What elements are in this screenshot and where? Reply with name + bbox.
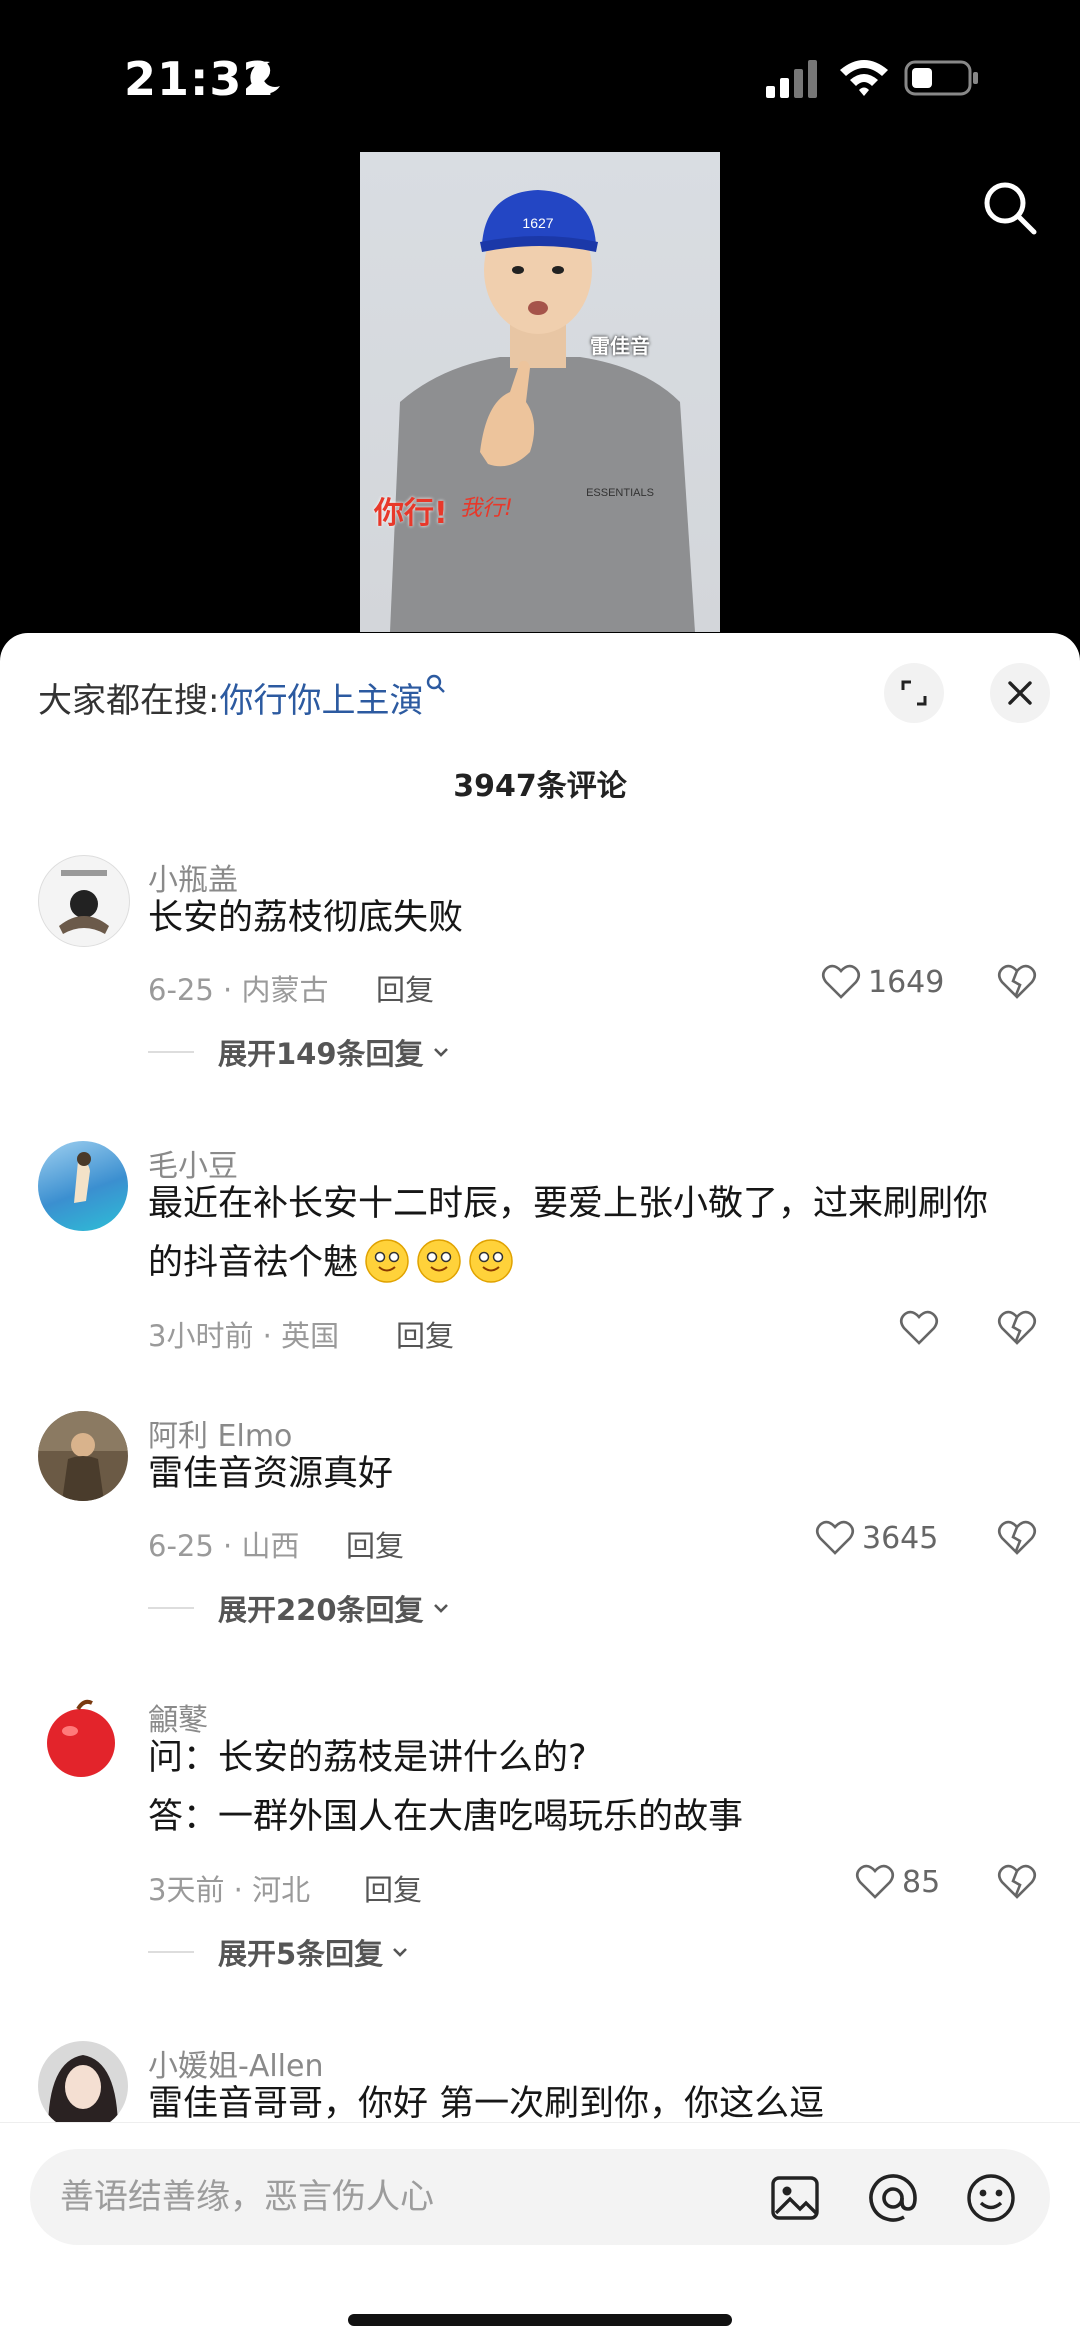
comment-text-line1: 问：长安的荔枝是讲什么的? [148,1738,587,1778]
comment-text: 雷佳音资源真好 [148,1454,394,1494]
comment-item: 毛小豆 最近在补长安十二时辰，要爱上张小敬了，过来刷刷你 的抖音祛个魅 3小时前… [0,1141,1080,1353]
reply-button[interactable]: 回复 [396,1313,454,1355]
like-count: 3645 [862,1520,939,1556]
avatar-image [38,1411,128,1501]
avatar-image [74,1152,91,1203]
comment-item: 小媛姐-Allen 雷佳音哥哥，你好 第一次刷到你，你这么逗 [0,2041,1080,2131]
comment-item: 龥鼕 问：长安的荔枝是讲什么的? 答：一群外国人在大唐吃喝玩乐的故事 3天前 ·… [0,1695,1080,1971]
expand-replies-button[interactable]: 展开5条回复 [148,1931,411,1973]
like-count: 85 [902,1864,941,1900]
divider-line [148,1051,194,1053]
comment-item: 小瓶盖 长安的荔枝彻底失败 6-25 · 内蒙古 回复 1649 展开149条回… [0,855,1080,1071]
like-button[interactable]: 3645 [814,1517,938,1559]
smiling-emoji-icon [365,1239,409,1283]
image-icon[interactable] [768,2171,822,2225]
dislike-button[interactable] [996,961,1038,1007]
expand-replies-button[interactable]: 展开149条回复 [148,1031,452,1073]
status-bar: 21:32 [0,0,1080,150]
avatar-image [48,2055,118,2131]
home-indicator[interactable] [348,2314,732,2326]
chevron-down-icon [433,1604,448,1613]
heart-icon [899,1310,939,1345]
avatar[interactable] [38,1695,128,1785]
heart-icon [855,1864,895,1899]
reply-button[interactable]: 回复 [346,1523,404,1565]
like-count: 1649 [868,964,945,1000]
expand-replies-button[interactable]: 展开220条回复 [148,1587,452,1629]
reply-button[interactable]: 回复 [364,1867,422,1909]
comment-meta: 6-25 · 山西 [148,1529,300,1563]
heart-icon [815,1520,855,1555]
hot-search-query[interactable]: 你行你上主演 [219,681,423,721]
smiling-emoji-icon [469,1239,513,1283]
comments-sheet: 大家都在搜:你行你上主演 3947条评论 小瓶盖 长安的荔枝彻底失败 6-25 … [0,633,1080,2346]
broken-heart-icon [997,1520,1037,1555]
moon-icon [250,61,280,94]
chevron-down-icon [433,1048,448,1057]
comment-text: 问：长安的荔枝是讲什么的? 答：一群外国人在大唐吃喝玩乐的故事 [148,1729,1028,1847]
wifi-icon [840,60,888,96]
chevron-down-icon [393,1948,408,1957]
divider-line [148,1951,194,1953]
video-frame: 1627 ESSENTIALS [390,190,695,632]
expand-icon [901,680,927,706]
avatar[interactable] [38,1411,128,1501]
avatar[interactable] [38,2041,128,2131]
fullscreen-button[interactable] [884,663,944,723]
broken-heart-icon [997,964,1037,999]
video-overlay-name: 雷佳音 [590,334,650,358]
like-button[interactable]: 85 [854,1861,940,1903]
video-player[interactable]: 1627 ESSENTIALS 雷佳音 你行! 我行! [360,152,720,632]
comment-text: 长安的荔枝彻底失败 [148,898,464,938]
signal-icon [766,60,817,98]
hot-search-bar[interactable]: 大家都在搜:你行你上主演 [38,673,447,722]
comment-input-placeholder: 善语结善缘，恶言伤人心 [60,2177,434,2217]
comment-count: 3947条评论 [453,769,627,804]
broken-heart-icon [997,1310,1037,1345]
video-overlay-slogan2: 我行! [460,496,513,521]
like-button[interactable]: 1649 [820,961,944,1003]
close-button[interactable] [990,663,1050,723]
at-mention-icon[interactable] [866,2171,920,2225]
comment-text-line2: 的抖音祛个魅 [148,1243,359,1283]
smiling-emoji-icon [417,1239,461,1283]
avatar-image [59,870,109,934]
comment-meta: 6-25 · 内蒙古 [148,973,329,1007]
close-icon [1008,681,1032,705]
comment-item: 阿利 Elmo 雷佳音资源真好 6-25 · 山西 回复 3645 展开220条… [0,1411,1080,1627]
comment-text: 最近在补长安十二时辰，要爱上张小敬了，过来刷刷你 的抖音祛个魅 [148,1175,1028,1293]
expand-replies-label: 展开149条回复 [218,1037,424,1071]
avatar[interactable] [38,1141,128,1231]
divider-line [148,1607,194,1609]
hot-search-prefix: 大家都在搜: [38,681,220,721]
comment-text-line1: 最近在补长安十二时辰，要爱上张小敬了，过来刷刷你 [148,1184,989,1224]
search-small-icon [427,674,446,693]
avatar-image [47,1699,115,1777]
like-button[interactable] [898,1307,946,1349]
comment-meta: 3小时前 · 英国 [148,1319,340,1353]
comment-meta: 3天前 · 河北 [148,1873,311,1907]
broken-heart-icon [997,1864,1037,1899]
heart-icon [821,964,861,999]
expand-replies-label: 展开5条回复 [218,1937,384,1971]
comment-text-line2-wrap: 的抖音祛个魅 [148,1234,1028,1293]
search-icon[interactable] [980,178,1040,238]
comment-text-line2: 答：一群外国人在大唐吃喝玩乐的故事 [148,1797,744,1837]
avatar[interactable] [38,855,130,947]
expand-replies-label: 展开220条回复 [218,1593,424,1627]
reply-button[interactable]: 回复 [376,967,434,1009]
svg-text:ESSENTIALS: ESSENTIALS [586,487,654,499]
dislike-button[interactable] [996,1861,1038,1907]
battery-icon [904,60,978,96]
video-overlay-slogan: 你行! [374,496,448,531]
dislike-button[interactable] [996,1517,1038,1563]
emoji-icon[interactable] [964,2171,1018,2225]
dislike-button[interactable] [996,1307,1038,1353]
svg-text:1627: 1627 [522,215,553,231]
